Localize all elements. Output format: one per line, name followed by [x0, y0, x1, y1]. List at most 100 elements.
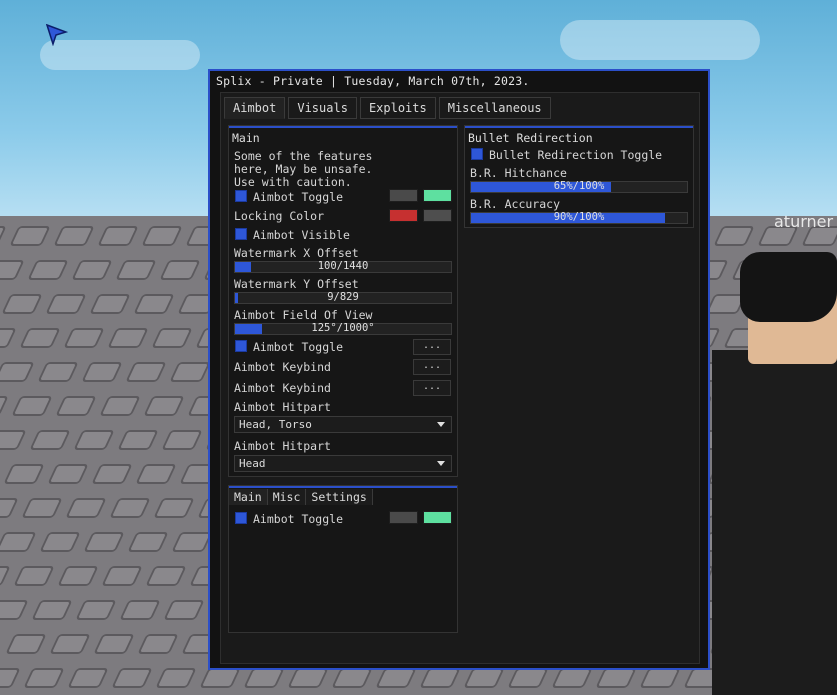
- bullet-redirection-checkbox[interactable]: [471, 148, 483, 160]
- baseplate-stud: [23, 668, 65, 688]
- slider-value: 9/829: [327, 291, 359, 303]
- baseplate-stud: [67, 668, 109, 688]
- aimbot-hitpart-label: Aimbot Hitpart: [234, 400, 331, 414]
- warning-note-line: here, May be unsafe.: [234, 162, 373, 176]
- watermark-y-label: Watermark Y Offset: [234, 277, 359, 291]
- slider-value: 100/1440: [317, 260, 369, 272]
- aimbot-toggle-checkbox[interactable]: [235, 190, 247, 202]
- baseplate-stud: [143, 396, 185, 416]
- baseplate-stud: [109, 498, 151, 518]
- baseplate-stud: [91, 464, 133, 484]
- aimbot-toggle-2-checkbox[interactable]: [235, 340, 247, 352]
- baseplate-stud: [49, 634, 91, 654]
- tab-visuals[interactable]: Visuals: [288, 97, 357, 119]
- baseplate-stud: [31, 600, 73, 620]
- player-nametag: aturner: [774, 212, 834, 231]
- baseplate-stud: [287, 668, 329, 688]
- mouse-cursor-icon: [46, 24, 68, 46]
- warning-note-line: Some of the features: [234, 149, 373, 163]
- baseplate-stud: [0, 532, 37, 552]
- baseplate-stud: [0, 328, 17, 348]
- baseplate-stud: [71, 260, 113, 280]
- baseplate-stud: [135, 464, 177, 484]
- aimbot-hitpart-dropdown[interactable]: Head, Torso: [234, 416, 452, 433]
- aimbot-keybind-button[interactable]: ...: [413, 359, 451, 375]
- window-content: Aimbot Visuals Exploits Miscellaneous Ma…: [220, 92, 700, 664]
- baseplate-stud: [73, 430, 115, 450]
- aimbot-toggle-2-keybind-button[interactable]: ...: [413, 339, 451, 355]
- locking-color-swatch-1[interactable]: [389, 209, 418, 222]
- baseplate-stud: [81, 362, 123, 382]
- baseplate-stud: [19, 328, 61, 348]
- baseplate-stud: [39, 532, 81, 552]
- baseplate-stud: [0, 362, 35, 382]
- baseplate-stud: [0, 498, 19, 518]
- baseplate-stud: [3, 464, 45, 484]
- baseplate-stud: [137, 634, 179, 654]
- slider-value: 65%/100%: [553, 180, 605, 192]
- watermark-y-slider[interactable]: 9/829: [234, 291, 452, 304]
- baseplate-stud: [419, 668, 461, 688]
- tab-exploits[interactable]: Exploits: [359, 97, 436, 119]
- aimbot-keybind-label: Aimbot Keybind: [234, 360, 331, 374]
- baseplate-stud: [5, 634, 47, 654]
- window-title: Splix - Private | Tuesday, March 07th, 2…: [216, 74, 530, 88]
- locking-color-swatch-2[interactable]: [423, 209, 452, 222]
- baseplate-stud: [111, 668, 153, 688]
- fov-slider[interactable]: 125°/1000°: [234, 322, 452, 335]
- subtab-misc[interactable]: Misc: [267, 489, 307, 505]
- aimbot-toggle-color-2[interactable]: [423, 189, 452, 202]
- baseplate-stud: [0, 600, 29, 620]
- hitchance-slider[interactable]: 65%/100%: [470, 180, 688, 193]
- subtab-main[interactable]: Main: [229, 489, 268, 505]
- baseplate-stud: [153, 498, 195, 518]
- baseplate-stud: [13, 566, 55, 586]
- baseplate-stud: [551, 668, 593, 688]
- baseplate-stud: [375, 668, 417, 688]
- baseplate-stud: [63, 328, 105, 348]
- baseplate-stud: [127, 532, 169, 552]
- sub-aimbot-toggle-checkbox[interactable]: [235, 512, 247, 524]
- sub-aimbot-toggle-color-2[interactable]: [423, 511, 452, 524]
- baseplate-stud: [155, 668, 197, 688]
- baseplate-stud: [101, 566, 143, 586]
- baseplate-stud: [0, 260, 25, 280]
- aimbot-toggle-color-1[interactable]: [389, 189, 418, 202]
- chevron-down-icon: [437, 461, 445, 466]
- subtab-settings[interactable]: Settings: [306, 489, 373, 505]
- baseplate-stud: [133, 294, 175, 314]
- dropdown-value: Head, Torso: [239, 418, 312, 431]
- baseplate-stud: [0, 566, 11, 586]
- baseplate-stud: [171, 532, 213, 552]
- watermark-x-label: Watermark X Offset: [234, 246, 359, 260]
- baseplate-stud: [37, 362, 79, 382]
- aimbot-visible-checkbox[interactable]: [235, 228, 247, 240]
- baseplate-stud: [331, 668, 373, 688]
- aimbot-hitpart-dropdown[interactable]: Head: [234, 455, 452, 472]
- accuracy-label: B.R. Accuracy: [470, 197, 561, 211]
- baseplate-stud: [75, 600, 117, 620]
- watermark-x-slider[interactable]: 100/1440: [234, 260, 452, 273]
- baseplate-stud: [65, 498, 107, 518]
- baseplate-stud: [45, 294, 87, 314]
- baseplate-stud: [117, 430, 159, 450]
- sub-aimbot-toggle-color-1[interactable]: [389, 511, 418, 524]
- baseplate-stud: [141, 226, 183, 246]
- hitchance-label: B.R. Hitchance: [470, 166, 567, 180]
- chevron-down-icon: [437, 422, 445, 427]
- aimbot-toggle-2-label: Aimbot Toggle: [253, 340, 344, 354]
- aimbot-keybind-button[interactable]: ...: [413, 380, 451, 396]
- baseplate-stud: [169, 362, 211, 382]
- tab-aimbot[interactable]: Aimbot: [224, 97, 286, 119]
- bullet-redirection-section: Bullet Redirection Bullet Redirection To…: [464, 125, 694, 228]
- player-character-hair: [740, 252, 837, 322]
- section-title: Main: [232, 131, 260, 145]
- baseplate-stud: [47, 464, 89, 484]
- cheat-menu-window[interactable]: Splix - Private | Tuesday, March 07th, 2…: [208, 69, 710, 670]
- baseplate-stud: [0, 226, 7, 246]
- baseplate-stud: [97, 226, 139, 246]
- baseplate-stud: [27, 260, 69, 280]
- accuracy-slider[interactable]: 90%/100%: [470, 211, 688, 224]
- tab-miscellaneous[interactable]: Miscellaneous: [438, 97, 551, 119]
- baseplate-stud: [93, 634, 135, 654]
